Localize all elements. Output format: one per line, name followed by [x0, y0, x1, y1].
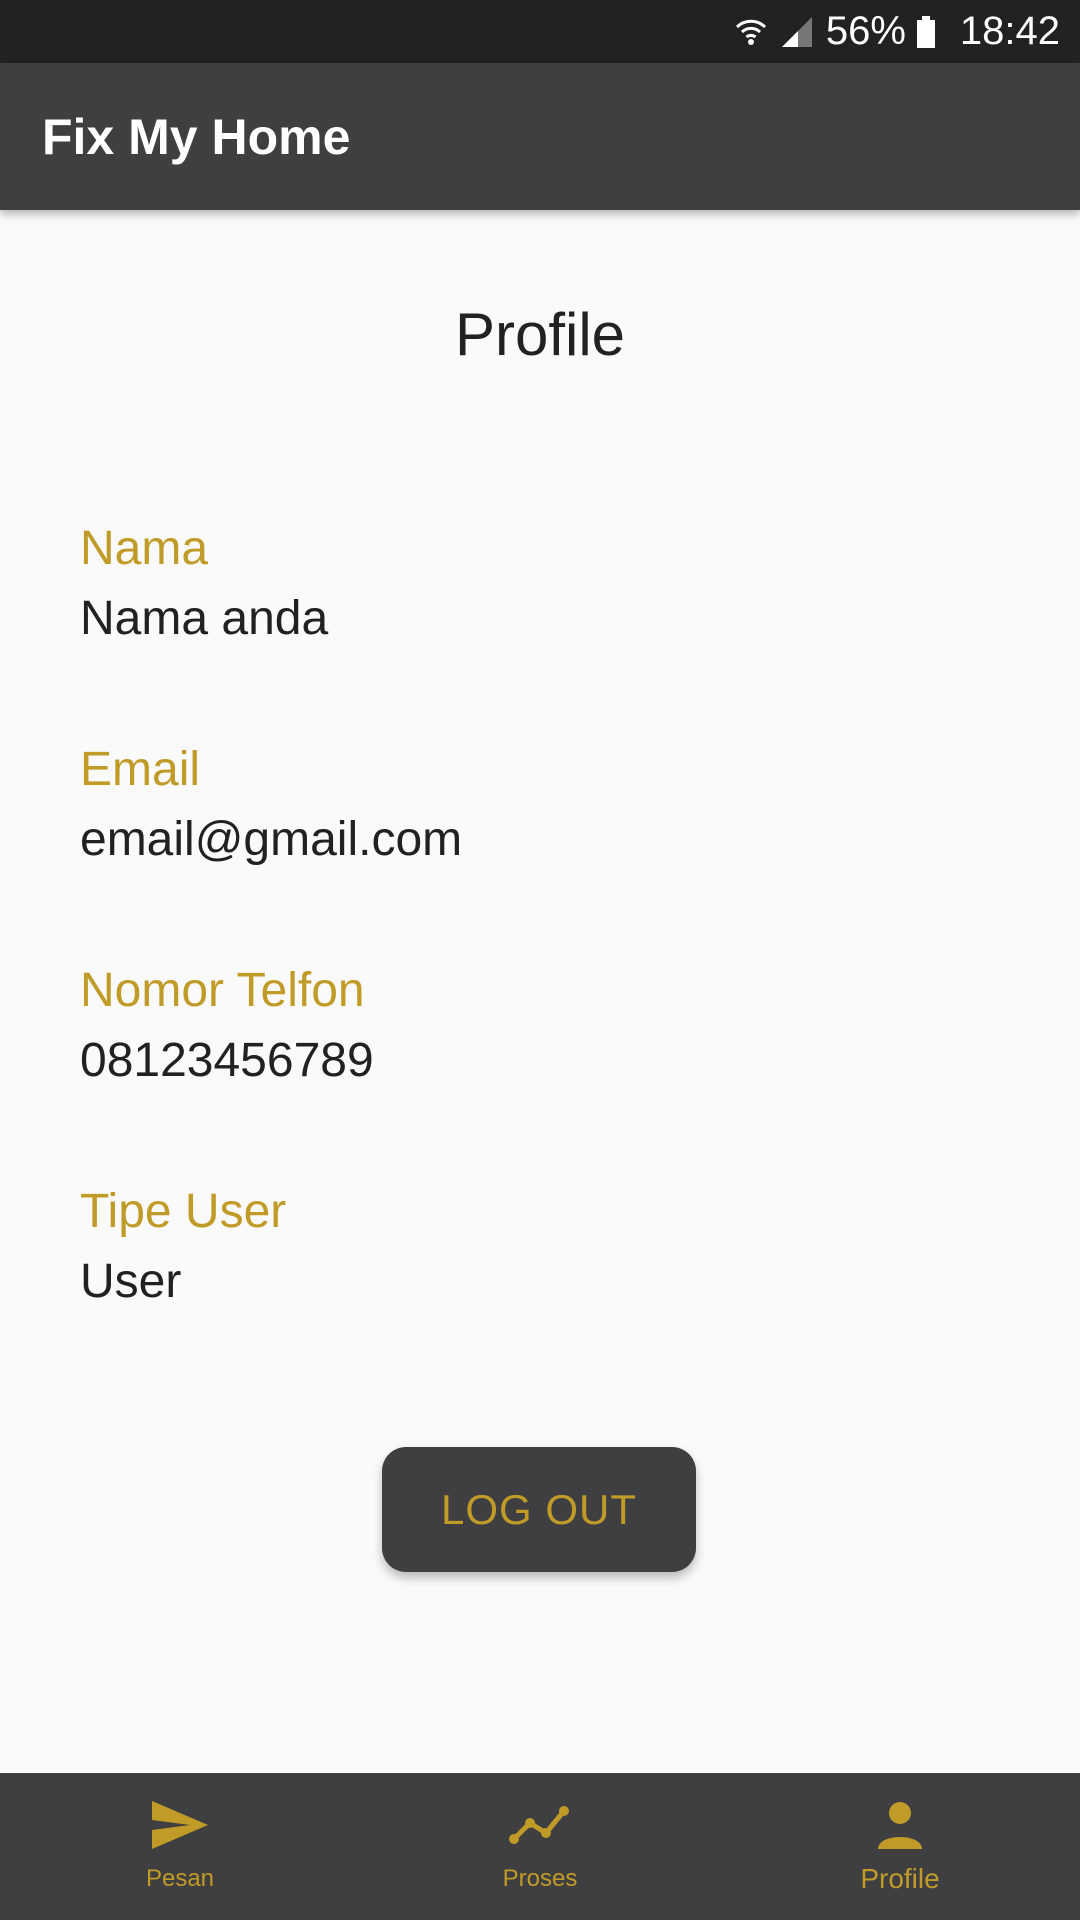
field-label-nama: Nama	[80, 522, 209, 575]
nav-item-profile[interactable]: Profile	[720, 1773, 1080, 1920]
battery-icon	[916, 15, 936, 49]
field-value-phone: 08123456789	[80, 1034, 374, 1087]
page-title: Profile	[454, 301, 626, 368]
field-nama: Nama Nama anda	[80, 521, 328, 647]
bottom-nav: Pesan Proses Profile	[0, 1773, 1080, 1920]
app-bar: Fix My Home	[0, 63, 1080, 210]
field-label-email: Email	[80, 743, 201, 796]
cell-signal-icon	[780, 15, 814, 49]
field-value-user-type: User	[80, 1255, 182, 1308]
nav-item-pesan[interactable]: Pesan	[0, 1773, 360, 1920]
logout-button[interactable]: LOG OUT	[382, 1447, 696, 1572]
field-label-user-type: Tipe User	[80, 1185, 287, 1238]
field-value-nama: Nama anda	[80, 592, 329, 645]
field-user-type: Tipe User User	[80, 1184, 286, 1310]
send-icon	[148, 1797, 212, 1853]
status-time: 18:42	[959, 9, 1060, 53]
person-icon	[868, 1797, 932, 1853]
status-bar: 56% 18:42	[0, 0, 1080, 63]
field-email: Email email@gmail.com	[80, 742, 462, 868]
battery-percent: 56%	[825, 9, 906, 53]
wifi-icon	[734, 15, 768, 49]
nav-item-proses[interactable]: Proses	[360, 1773, 720, 1920]
nav-label-pesan: Pesan	[145, 1865, 215, 1892]
nav-label-profile: Profile	[860, 1863, 940, 1894]
nav-label-proses: Proses	[502, 1865, 578, 1892]
app-title: Fix My Home	[42, 108, 351, 165]
field-value-email: email@gmail.com	[80, 813, 463, 866]
field-phone: Nomor Telfon 08123456789	[80, 963, 374, 1089]
field-label-phone: Nomor Telfon	[80, 964, 365, 1017]
trending-icon	[508, 1797, 572, 1853]
